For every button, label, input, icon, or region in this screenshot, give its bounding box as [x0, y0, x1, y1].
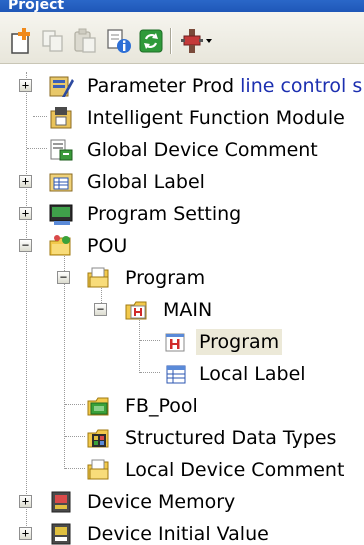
tree-item-parameter[interactable]: + Parameter Prod line control s — [0, 70, 364, 102]
intelligent-module-icon — [50, 107, 72, 129]
tree-item-global-label[interactable]: + Global Label — [0, 166, 364, 198]
tree-item-program-folder[interactable]: − Program — [0, 262, 364, 294]
tree-item-main[interactable]: − MAIN — [0, 294, 364, 326]
device-comment-icon — [50, 139, 73, 161]
tree-item-label: Program — [196, 329, 283, 355]
tree-item-label: FB_Pool — [125, 395, 198, 417]
tree-item-label: Structured Data Types — [125, 427, 337, 449]
copy-icon — [42, 30, 63, 52]
tree-item-label: POU — [87, 235, 128, 257]
new-item-icon — [11, 28, 30, 54]
tree-item-device-initial-value[interactable]: + Device Initial Value — [0, 518, 364, 545]
tree-item-fb-pool[interactable]: FB_Pool — [0, 390, 364, 422]
new-item-button[interactable] — [6, 26, 36, 56]
properties-icon — [107, 29, 131, 53]
tree-item-structured-data-types[interactable]: Structured Data Types — [0, 422, 364, 454]
expand-toggle[interactable]: + — [19, 495, 32, 508]
pou-folder-icon — [49, 235, 71, 256]
collapse-toggle[interactable]: − — [19, 239, 32, 252]
collapse-toggle[interactable]: − — [57, 271, 70, 284]
tree-item-global-device-comment[interactable]: Global Device Comment — [0, 134, 364, 166]
tree-item-label: MAIN — [163, 299, 213, 321]
refresh-button[interactable] — [136, 26, 166, 56]
panel-title-bar: Project — [0, 0, 364, 12]
program-setting-icon — [49, 204, 73, 225]
tree-item-program-setting[interactable]: + Program Setting — [0, 198, 364, 230]
toolbar-separator — [170, 28, 172, 54]
ladder-program-icon — [165, 333, 185, 352]
expand-toggle[interactable]: + — [19, 207, 32, 220]
paste-button[interactable] — [70, 26, 100, 56]
tree-item-label: Global Device Comment — [87, 139, 318, 161]
program-folder-icon — [87, 267, 109, 288]
device-initial-value-icon — [51, 523, 71, 545]
tree-item-local-label[interactable]: Local Label — [0, 358, 364, 390]
tree-item-label: Device Initial Value — [87, 523, 269, 545]
project-toolbar — [0, 12, 364, 64]
tree-item-intelligent-function-module[interactable]: Intelligent Function Module — [0, 102, 364, 134]
copy-button[interactable] — [38, 26, 68, 56]
device-memory-icon — [51, 491, 71, 513]
tree-item-label: Device Memory — [87, 491, 236, 513]
global-label-icon — [49, 173, 73, 192]
tree-item-program-main[interactable]: Program — [0, 326, 364, 358]
tree-item-label: Local Label — [199, 363, 306, 385]
tree-item-device-memory[interactable]: + Device Memory — [0, 486, 364, 518]
tree-item-label: Program Setting — [87, 203, 242, 225]
tree-item-label: Global Label — [87, 171, 205, 193]
tree-item-label: Program — [125, 267, 206, 289]
collapse-toggle[interactable]: − — [94, 303, 107, 316]
paste-icon — [74, 28, 96, 53]
connection-dropdown-button[interactable] — [178, 26, 218, 56]
expand-toggle[interactable]: + — [19, 175, 32, 188]
main-program-icon — [125, 301, 147, 320]
refresh-icon — [139, 29, 163, 53]
tree-item-label: Intelligent Function Module — [87, 107, 345, 129]
structured-data-icon — [87, 429, 109, 448]
connection-dropdown-icon — [181, 29, 212, 53]
tree-item-pou[interactable]: − POU — [0, 230, 364, 262]
properties-button[interactable] — [104, 26, 134, 56]
project-tree: + Parameter Prod line control s Intellig… — [0, 64, 364, 545]
panel-title: Project — [8, 0, 65, 12]
local-device-comment-icon — [87, 459, 109, 480]
fb-pool-icon — [87, 397, 109, 416]
tree-item-label: Local Device Comment — [125, 459, 345, 481]
tree-item-label: Parameter Prod line control s — [87, 75, 363, 97]
expand-toggle[interactable]: + — [19, 527, 32, 540]
expand-toggle[interactable]: + — [19, 79, 32, 92]
local-label-icon — [166, 365, 186, 384]
parameter-icon — [49, 76, 74, 97]
tree-item-local-device-comment[interactable]: Local Device Comment — [0, 454, 364, 486]
